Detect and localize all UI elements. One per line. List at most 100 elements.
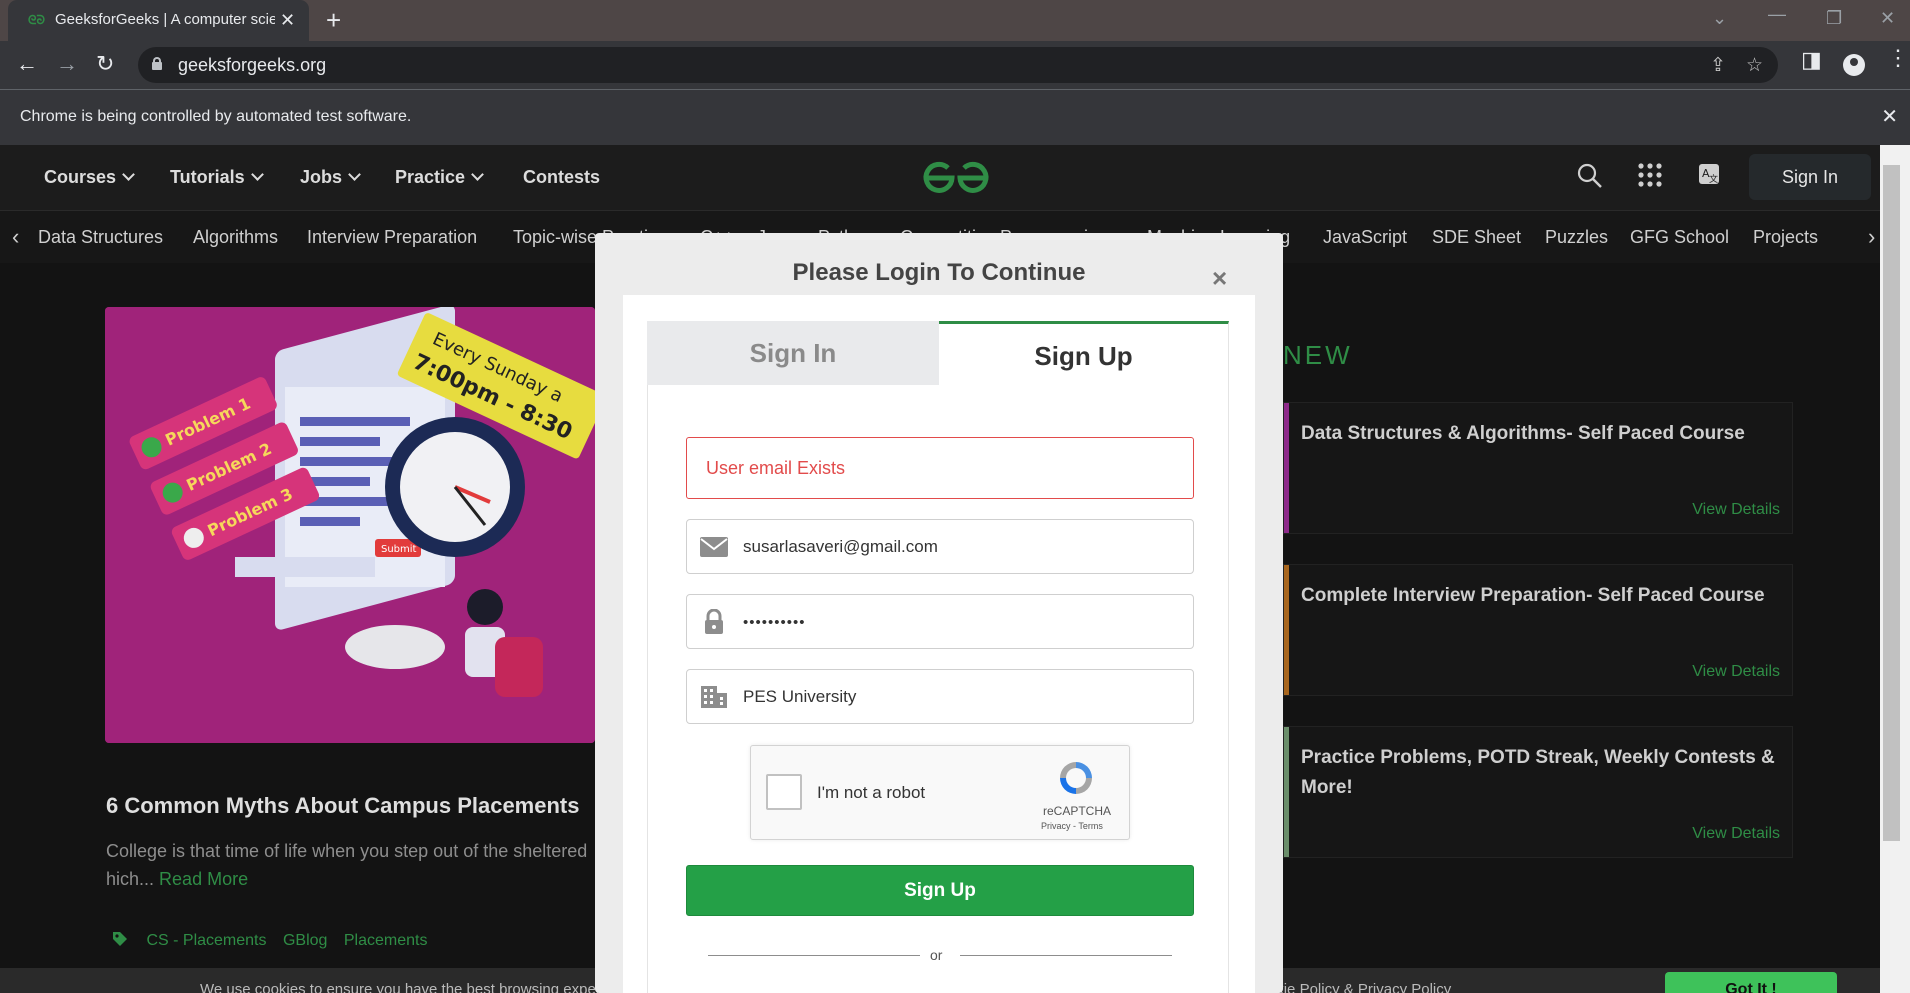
subnav-item[interactable]: Puzzles (1545, 227, 1608, 248)
tab-search-icon[interactable]: ⌄ (1712, 8, 1727, 29)
restore-icon[interactable]: ❐ (1826, 8, 1842, 29)
recaptcha-widget: I'm not a robot reCAPTCHA Privacy - Term… (750, 745, 1130, 840)
chevron-down-icon (122, 168, 135, 181)
browser-tabstrip: ᘓᘐ GeeksforGeeks | A computer scie ✕ + ⌄… (0, 0, 1910, 42)
chevron-down-icon (471, 168, 484, 181)
minimize-icon[interactable]: — (1768, 4, 1786, 25)
apps-grid-icon[interactable] (1638, 163, 1662, 187)
tag-link[interactable]: CS - Placements (146, 932, 266, 949)
nav-jobs[interactable]: Jobs (300, 167, 361, 188)
tab-title: GeeksforGeeks | A computer scie (55, 11, 275, 28)
article-feature-image[interactable]: Submit Problem 1 Problem 2 Problem 3 Eve… (105, 307, 595, 743)
profile-avatar-icon[interactable] (1843, 54, 1865, 76)
or-text: or (930, 947, 943, 963)
recaptcha-privacy-terms[interactable]: Privacy - Terms (1041, 821, 1103, 831)
subnav-item[interactable]: Data Structures (38, 227, 163, 248)
cookie-accept-button[interactable]: Got It ! (1665, 972, 1837, 993)
login-modal: Please Login To Continue × Sign In Sign … (595, 233, 1283, 993)
subnav-item[interactable]: GFG School (1630, 227, 1729, 248)
subnav-item[interactable]: JavaScript (1323, 227, 1407, 248)
share-icon[interactable]: ⇪ (1710, 54, 1726, 77)
site-header: Courses Tutorials Jobs Practice Contests… (0, 145, 1880, 211)
password-field[interactable] (686, 594, 1194, 649)
back-icon[interactable]: ← (16, 51, 38, 77)
page-scrollbar-thumb[interactable] (1883, 165, 1900, 841)
new-section-title: NEW (1283, 340, 1353, 370)
gfg-logo[interactable] (918, 157, 994, 199)
new-tab-icon[interactable]: + (326, 7, 341, 33)
bookmark-star-icon[interactable]: ☆ (1746, 54, 1763, 77)
sign-up-button[interactable]: Sign Up (686, 865, 1194, 916)
course-accent-bar (1284, 403, 1289, 533)
nav-contests[interactable]: Contests (523, 167, 600, 188)
divider-line (708, 955, 920, 956)
tab-sign-in[interactable]: Sign In (647, 321, 939, 385)
nav-tutorials[interactable]: Tutorials (170, 167, 264, 188)
modal-panel: Sign In Sign Up User email Exists susarl… (623, 295, 1255, 993)
read-more-link[interactable]: Read More (159, 869, 248, 889)
subnav-item[interactable]: SDE Sheet (1432, 227, 1521, 248)
recaptcha-checkbox[interactable] (766, 774, 802, 810)
subnav-item[interactable]: Interview Preparation (307, 227, 477, 248)
svg-text:文: 文 (1709, 173, 1718, 185)
side-panel-icon[interactable]: ◨ (1801, 47, 1822, 73)
course-name: Practice Problems, POTD Streak, Weekly C… (1301, 747, 1775, 798)
address-bar[interactable]: geeksforgeeks.org ⇪ ☆ (138, 47, 1778, 83)
view-details-link[interactable]: View Details (1692, 825, 1780, 843)
view-details-link[interactable]: View Details (1692, 663, 1780, 681)
course-name: Data Structures & Algorithms- Self Paced… (1301, 423, 1745, 444)
course-name: Complete Interview Preparation- Self Pac… (1301, 585, 1765, 606)
forward-icon[interactable]: → (56, 51, 78, 77)
password-input[interactable] (743, 609, 1163, 635)
subnav-right-chevron-icon[interactable]: › (1868, 224, 1875, 250)
menu-icon[interactable]: ⋮ (1887, 45, 1909, 71)
tag-link[interactable]: GBlog (283, 932, 327, 949)
tab-close-icon[interactable]: ✕ (280, 10, 295, 31)
course-accent-bar (1284, 727, 1289, 857)
article-tags: CS - Placements GBlog Placements (112, 931, 439, 950)
or-divider: or (708, 945, 1172, 965)
automation-infobar: Chrome is being controlled by automated … (0, 89, 1910, 145)
subnav-left-chevron-icon[interactable]: ‹ (12, 224, 19, 250)
course-card[interactable]: Complete Interview Preparation- Self Pac… (1283, 564, 1793, 696)
nav-courses[interactable]: Courses (44, 167, 135, 188)
envelope-icon (700, 537, 728, 557)
infobar-close-icon[interactable]: ✕ (1881, 104, 1898, 129)
email-input[interactable] (743, 534, 1163, 560)
institution-input[interactable] (743, 684, 1163, 710)
close-window-icon[interactable]: ✕ (1880, 8, 1895, 29)
subnav-item[interactable]: Algorithms (193, 227, 278, 248)
lock-icon (705, 609, 723, 634)
tab-sign-up[interactable]: Sign Up (939, 321, 1229, 385)
tag-link[interactable]: Placements (344, 932, 428, 949)
infobar-text: Chrome is being controlled by automated … (20, 108, 412, 125)
nav-practice[interactable]: Practice (395, 167, 484, 188)
header-signin-button[interactable]: Sign In (1749, 154, 1871, 200)
institution-field[interactable] (686, 669, 1194, 724)
browser-toolbar: ← → ↻ geeksforgeeks.org ⇪ ☆ ◨ ⋮ (0, 41, 1910, 89)
subnav-item[interactable]: Projects (1753, 227, 1818, 248)
error-alert: User email Exists (686, 437, 1194, 499)
email-field[interactable] (686, 519, 1194, 574)
gfg-favicon-icon: ᘓᘐ (28, 13, 45, 27)
course-card[interactable]: Data Structures & Algorithms- Self Paced… (1283, 402, 1793, 534)
translate-icon[interactable]: A 文 (1698, 163, 1720, 185)
modal-title: Please Login To Continue (792, 259, 1086, 286)
search-icon[interactable] (1577, 163, 1603, 189)
recaptcha-brand: reCAPTCHA (1043, 804, 1112, 818)
signup-form: User email Exists susarlasaveri@gmail.co… (647, 385, 1229, 993)
recaptcha-label: I'm not a robot (817, 783, 926, 802)
lock-icon (152, 57, 162, 70)
chevron-down-icon (348, 168, 361, 181)
article-title[interactable]: 6 Common Myths About Campus Placements (106, 793, 579, 819)
view-details-link[interactable]: View Details (1692, 501, 1780, 519)
course-card[interactable]: Practice Problems, POTD Streak, Weekly C… (1283, 726, 1793, 858)
error-message: User email Exists (706, 458, 846, 478)
reload-icon[interactable]: ↻ (96, 51, 114, 77)
url-text: geeksforgeeks.org (178, 55, 327, 75)
building-icon (701, 686, 727, 708)
article-excerpt: College is that time of life when you st… (106, 841, 588, 889)
auth-tabs: Sign In Sign Up (647, 321, 1229, 385)
browser-tab[interactable]: ᘓᘐ GeeksforGeeks | A computer scie ✕ (8, 0, 309, 42)
modal-close-icon[interactable]: × (1212, 263, 1227, 294)
